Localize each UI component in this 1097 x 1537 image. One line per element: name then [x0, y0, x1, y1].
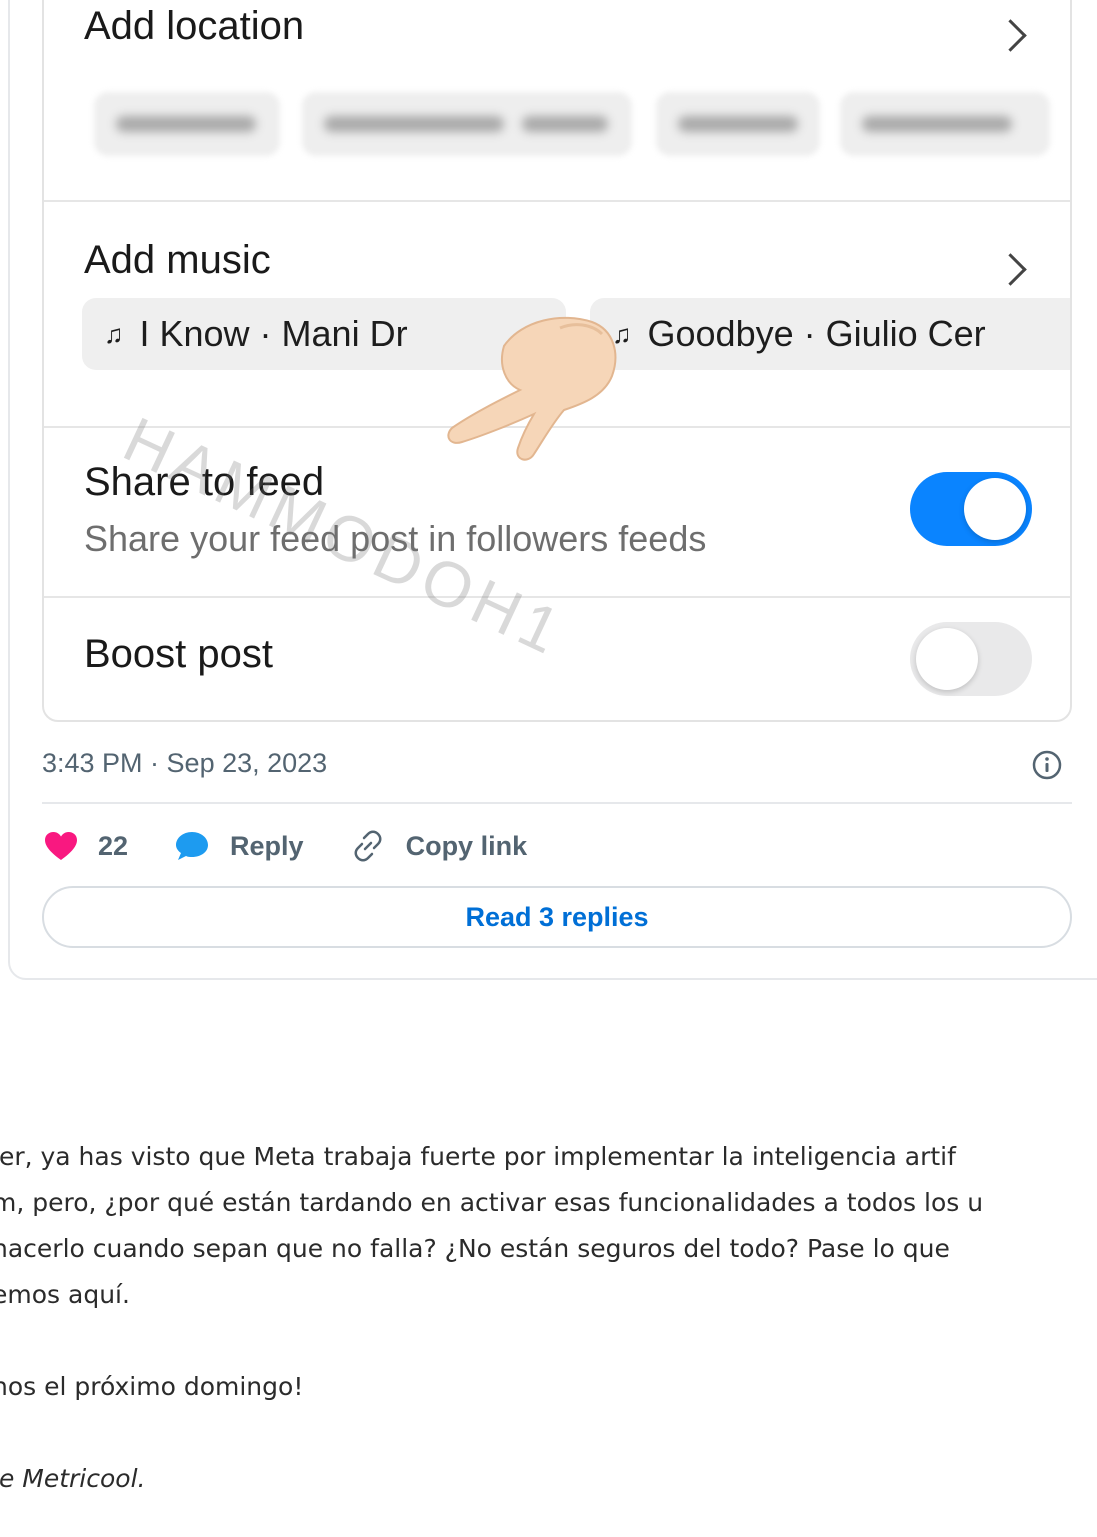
article-line: ler, ya has visto que Meta trabaja fuert… — [0, 1142, 956, 1171]
music-suggestion-label: I Know · Mani Dr — [139, 313, 408, 354]
reply-label: Reply — [230, 830, 304, 861]
divider — [42, 802, 1072, 804]
link-icon — [354, 830, 382, 862]
location-suggestion-chip[interactable] — [302, 92, 632, 156]
music-note-icon: ♫ — [104, 318, 124, 349]
chevron-right-icon — [994, 19, 1027, 52]
add-music-label: Add music — [84, 238, 271, 282]
location-suggestion-chip[interactable] — [840, 92, 1050, 156]
article-line: hacerlo cuando sepan que no falla? ¿No e… — [0, 1234, 950, 1263]
tweet-actions: 22 Reply Copy link — [44, 826, 573, 866]
reply-bubble-icon — [176, 832, 209, 860]
copy-link-label: Copy link — [405, 830, 528, 861]
heart-icon — [45, 832, 77, 860]
article-line: m, pero, ¿por qué están tardando en acti… — [0, 1188, 984, 1217]
toggle-knob — [916, 628, 978, 690]
article-line: emos aquí. — [0, 1280, 130, 1309]
read-replies-button[interactable]: Read 3 replies — [42, 886, 1072, 948]
toggle-knob — [964, 478, 1026, 540]
music-suggestion-chip[interactable]: ♫ Goodbye · Giulio Cer — [590, 298, 1070, 370]
add-location-label: Add location — [84, 4, 305, 48]
like-count: 22 — [98, 830, 129, 861]
article-line: nos el próximo domingo! — [0, 1372, 304, 1401]
pointing-hand-icon — [447, 316, 617, 461]
share-to-feed-toggle[interactable] — [910, 472, 1032, 546]
post-settings-screenshot: Add location Add music ♫ I Know · Mani D… — [42, 0, 1072, 722]
article-signature: le Metricool. — [0, 1464, 146, 1493]
location-suggestion-chip[interactable] — [94, 92, 280, 156]
boost-post-title: Boost post — [84, 632, 274, 676]
like-button[interactable]: 22 — [44, 831, 128, 862]
location-suggestion-chip[interactable] — [656, 92, 820, 156]
boost-post-toggle[interactable] — [910, 622, 1032, 696]
copy-link-button[interactable]: Copy link — [350, 829, 528, 863]
reply-button[interactable]: Reply — [174, 830, 304, 862]
music-suggestion-label: Goodbye · Giulio Cer — [647, 313, 986, 354]
info-icon[interactable] — [1030, 748, 1064, 782]
add-location-row[interactable]: Add location — [44, 0, 1070, 202]
tweet-timestamp[interactable]: 3:43 PM · Sep 23, 2023 — [42, 748, 327, 779]
